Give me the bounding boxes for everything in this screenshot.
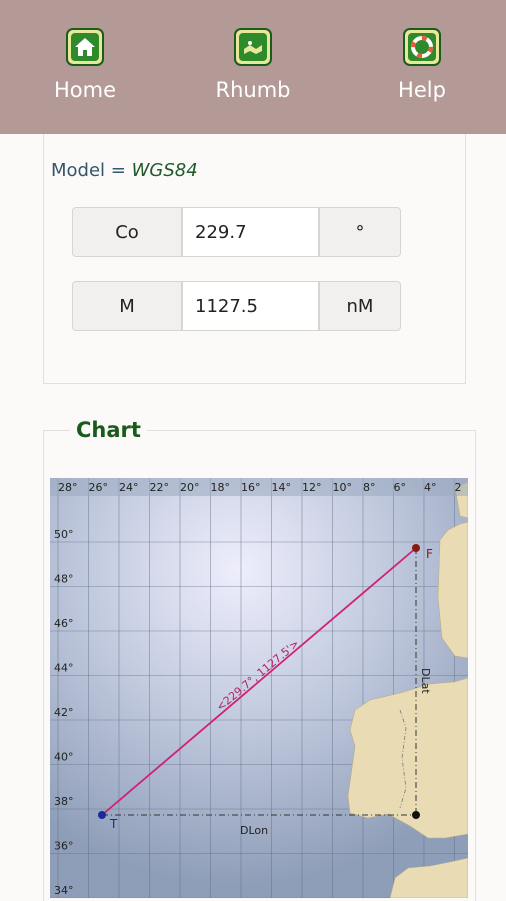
france-land <box>437 521 468 659</box>
home-icon <box>66 28 104 66</box>
y-tick-label: 46° <box>54 617 74 630</box>
model-line: Model = WGS84 <box>51 160 198 181</box>
x-tick-labels: 28° 26° 24° 22° 20° 18° 16° 14° 12° 10° 8° 6° 4° 2 <box>58 481 461 494</box>
y-tick-label: 34° <box>54 884 74 897</box>
nav-home-label: Home <box>53 78 116 102</box>
distance-row: M 1127.5 nM <box>72 281 401 333</box>
nav-rhumb[interactable]: Rhumb <box>193 28 313 102</box>
y-tick-label: 36° <box>54 840 74 853</box>
x-tick-label: 6° <box>393 481 406 494</box>
x-tick-label: 2 <box>454 481 461 494</box>
nav-rhumb-label: Rhumb <box>215 78 291 102</box>
distance-value[interactable]: 1127.5 <box>182 281 319 331</box>
from-label: F <box>426 547 433 561</box>
x-tick-label: 18° <box>210 481 230 494</box>
y-tick-label: 42° <box>54 706 74 719</box>
rhumb-chart[interactable]: 28° 26° 24° 22° 20° 18° 16° 14° 12° 10° 8° 6° 4° 2 50… <box>50 478 468 898</box>
x-tick-label: 10° <box>332 481 352 494</box>
y-tick-label: 44° <box>54 662 74 675</box>
course-row: Co 229.7 ° <box>72 207 401 259</box>
nav-help-label: Help <box>398 78 446 102</box>
dlon-label: DLon <box>240 824 268 837</box>
y-tick-label: 48° <box>54 573 74 586</box>
x-tick-label: 14° <box>271 481 291 494</box>
x-tick-label: 20° <box>180 481 200 494</box>
course-value[interactable]: 229.7 <box>182 207 319 257</box>
x-tick-label: 8° <box>363 481 376 494</box>
y-tick-labels: 50° 48° 46° 44° 42° 40° 38° 36° 34° <box>54 528 74 897</box>
to-label: T <box>109 817 118 831</box>
x-tick-label: 26° <box>88 481 108 494</box>
x-tick-label: 24° <box>119 481 139 494</box>
distance-unit: nM <box>319 281 401 331</box>
to-point <box>98 811 106 819</box>
x-tick-label: 28° <box>58 481 78 494</box>
model-prefix: Model = <box>51 160 126 181</box>
corner-point <box>412 811 420 819</box>
rhumb-map-icon <box>234 28 272 66</box>
top-navigation-bar: Home Rhumb Help <box>0 0 506 134</box>
y-tick-label: 40° <box>54 751 74 764</box>
nav-help[interactable]: Help <box>362 28 482 102</box>
x-tick-label: 16° <box>241 481 260 494</box>
y-tick-label: 38° <box>54 795 74 808</box>
nav-home[interactable]: Home <box>25 28 145 102</box>
y-tick-label: 50° <box>54 528 74 541</box>
course-unit: ° <box>319 207 401 257</box>
lifebuoy-icon <box>403 28 441 66</box>
model-value: WGS84 <box>131 160 198 181</box>
from-point <box>412 544 420 552</box>
x-tick-label: 4° <box>424 481 437 494</box>
chart-legend-title: Chart <box>70 418 147 442</box>
dlat-label: DLat <box>419 668 432 694</box>
x-tick-label: 12° <box>302 481 322 494</box>
distance-label: M <box>72 281 182 331</box>
course-label: Co <box>72 207 182 257</box>
x-tick-label: 22° <box>149 481 169 494</box>
